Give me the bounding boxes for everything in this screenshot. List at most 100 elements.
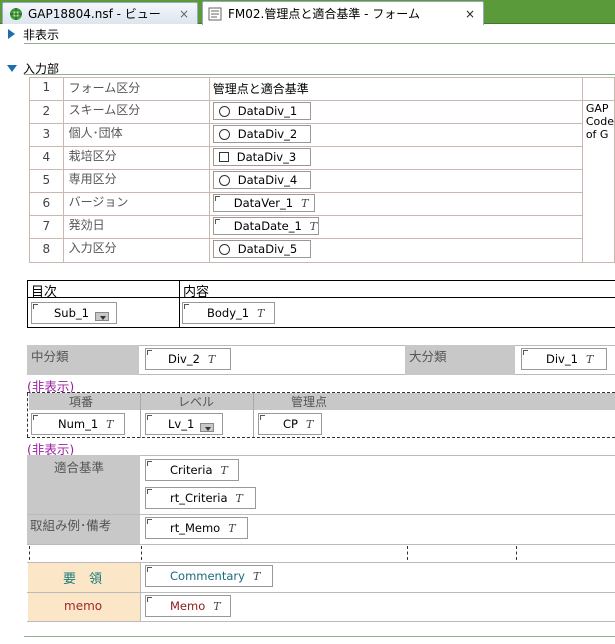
dashed-divider xyxy=(27,437,615,438)
field-corner-icon xyxy=(147,597,152,602)
text-type-icon: T xyxy=(207,352,216,366)
field-corner-icon xyxy=(214,196,220,201)
memo-label: memo xyxy=(64,599,103,613)
text-type-icon: T xyxy=(228,521,236,535)
cp-field[interactable]: CP T xyxy=(258,413,322,435)
row-label: 専用区分 xyxy=(62,169,210,193)
datadiv-4-field[interactable]: DataDiv_4 xyxy=(212,171,311,189)
row-value: DataDiv_5 xyxy=(208,238,583,263)
lv-1-field[interactable]: Lv_1 xyxy=(145,413,223,435)
table-row: 3 個人･団体 DataDiv_2 xyxy=(29,123,615,147)
rt-memo-field[interactable]: rt_Memo T xyxy=(145,517,248,539)
datadate-1-field[interactable]: DataDate_1 T xyxy=(212,217,319,235)
text-type-icon: T xyxy=(309,219,318,233)
table-row: 5 専用区分 DataDiv_4 xyxy=(29,169,615,193)
side-note-line2: Code of G xyxy=(585,115,614,141)
table-row: 1 フォーム区分 管理点と適合基準 xyxy=(29,77,615,101)
sub-1-field[interactable]: Sub_1 xyxy=(31,302,117,324)
row-value: DataDiv_2 xyxy=(208,123,583,147)
radio-icon xyxy=(218,243,230,255)
text-type-icon: T xyxy=(106,417,114,431)
datadiv-2-field[interactable]: DataDiv_2 xyxy=(212,125,311,143)
close-icon[interactable]: × xyxy=(179,7,189,21)
dashed-divider xyxy=(29,546,30,560)
expand-icon xyxy=(8,29,15,39)
field-name: DataVer_1 xyxy=(233,196,294,210)
divider xyxy=(24,43,615,44)
text-type-icon: T xyxy=(252,569,261,583)
field-corner-icon xyxy=(33,415,38,420)
row-number: 3 xyxy=(29,123,64,147)
field-corner-icon xyxy=(260,415,265,420)
field-name: rt_Memo xyxy=(170,521,221,535)
field-corner-icon xyxy=(147,567,152,572)
section-hidden[interactable]: 非表示 xyxy=(0,25,59,43)
field-name: Memo xyxy=(170,599,206,613)
row-value: DataVer_1 T xyxy=(208,192,583,216)
field-name: Lv_1 xyxy=(168,417,195,431)
field-corner-icon xyxy=(184,304,189,309)
memo-example-label: 取組み例･備考 xyxy=(30,518,112,533)
row-value: DataDiv_1 xyxy=(208,100,583,124)
collapse-icon xyxy=(7,64,17,72)
row-value: DataDate_1 T xyxy=(208,215,583,239)
field-name: CP xyxy=(283,417,298,431)
field-name: Commentary xyxy=(170,569,245,583)
form-kind-value: 管理点と適合基準 xyxy=(208,77,583,101)
field-name: DataDiv_2 xyxy=(237,127,298,141)
field-corner-icon xyxy=(147,415,152,420)
text-type-icon: T xyxy=(305,417,314,431)
field-name: DataDate_1 xyxy=(233,219,302,233)
criteria-label: 適合基準 xyxy=(54,460,105,475)
field-name: Sub_1 xyxy=(54,306,89,320)
row-number: 4 xyxy=(29,146,64,170)
form-icon xyxy=(208,7,224,21)
dashed-divider xyxy=(407,546,408,560)
commentary-field[interactable]: Commentary T xyxy=(145,565,273,587)
field-name: DataDiv_5 xyxy=(237,242,298,256)
criteria-field[interactable]: Criteria T xyxy=(145,459,239,481)
text-type-icon: T xyxy=(257,306,265,320)
field-corner-icon xyxy=(147,489,152,494)
datadiv-3-field[interactable]: DataDiv_3 xyxy=(212,148,311,166)
row-number: 7 xyxy=(29,215,64,239)
row-value: DataDiv_3 xyxy=(208,146,583,170)
div-2-field[interactable]: Div_2 T xyxy=(145,348,231,370)
tab-form[interactable]: FM02.管理点と適合基準 - フォーム × xyxy=(202,1,484,25)
radio-icon xyxy=(218,174,230,186)
dropdown-icon xyxy=(94,311,109,321)
toc-head: 目次 xyxy=(31,285,58,300)
text-type-icon: T xyxy=(213,599,221,613)
field-name: Criteria xyxy=(170,463,213,477)
table-row: 2 スキーム区分 DataDiv_1 GAP Code of G xyxy=(29,100,615,263)
tab-view[interactable]: GAP18804.nsf - ビュー × xyxy=(2,2,198,24)
row-number: 5 xyxy=(29,169,64,193)
divider xyxy=(179,280,180,328)
text-type-icon: T xyxy=(235,491,243,505)
close-icon[interactable]: × xyxy=(465,7,475,21)
num-1-field[interactable]: Num_1 T xyxy=(31,413,125,435)
field-name: Div_1 xyxy=(546,352,578,366)
field-name: Div_2 xyxy=(168,352,200,366)
field-corner-icon xyxy=(147,350,152,355)
datadiv-5-field[interactable]: DataDiv_5 xyxy=(212,240,311,258)
row-number: 2 xyxy=(29,100,64,124)
datadiv-1-field[interactable]: DataDiv_1 xyxy=(212,102,311,120)
row-label: 栽培区分 xyxy=(62,146,210,170)
dataver-1-field[interactable]: DataVer_1 T xyxy=(212,194,315,212)
field-corner-icon xyxy=(214,219,220,224)
div-1-field[interactable]: Div_1 T xyxy=(521,348,607,370)
memo-field[interactable]: Memo T xyxy=(145,595,231,617)
rt-criteria-field[interactable]: rt_Criteria T xyxy=(145,487,256,509)
row-value: DataDiv_4 xyxy=(208,169,583,193)
row-label: 個人･団体 xyxy=(62,123,210,147)
side-note-line1: GAP xyxy=(585,102,609,115)
col-level: レベル xyxy=(178,395,215,409)
radio-icon xyxy=(218,128,230,140)
field-name: Body_1 xyxy=(207,306,250,320)
row-label: バージョン xyxy=(62,192,210,216)
field-corner-icon xyxy=(523,350,528,355)
field-corner-icon xyxy=(147,519,152,524)
body-1-field[interactable]: Body_1 T xyxy=(182,302,275,324)
field-name: DataDiv_1 xyxy=(237,104,298,118)
